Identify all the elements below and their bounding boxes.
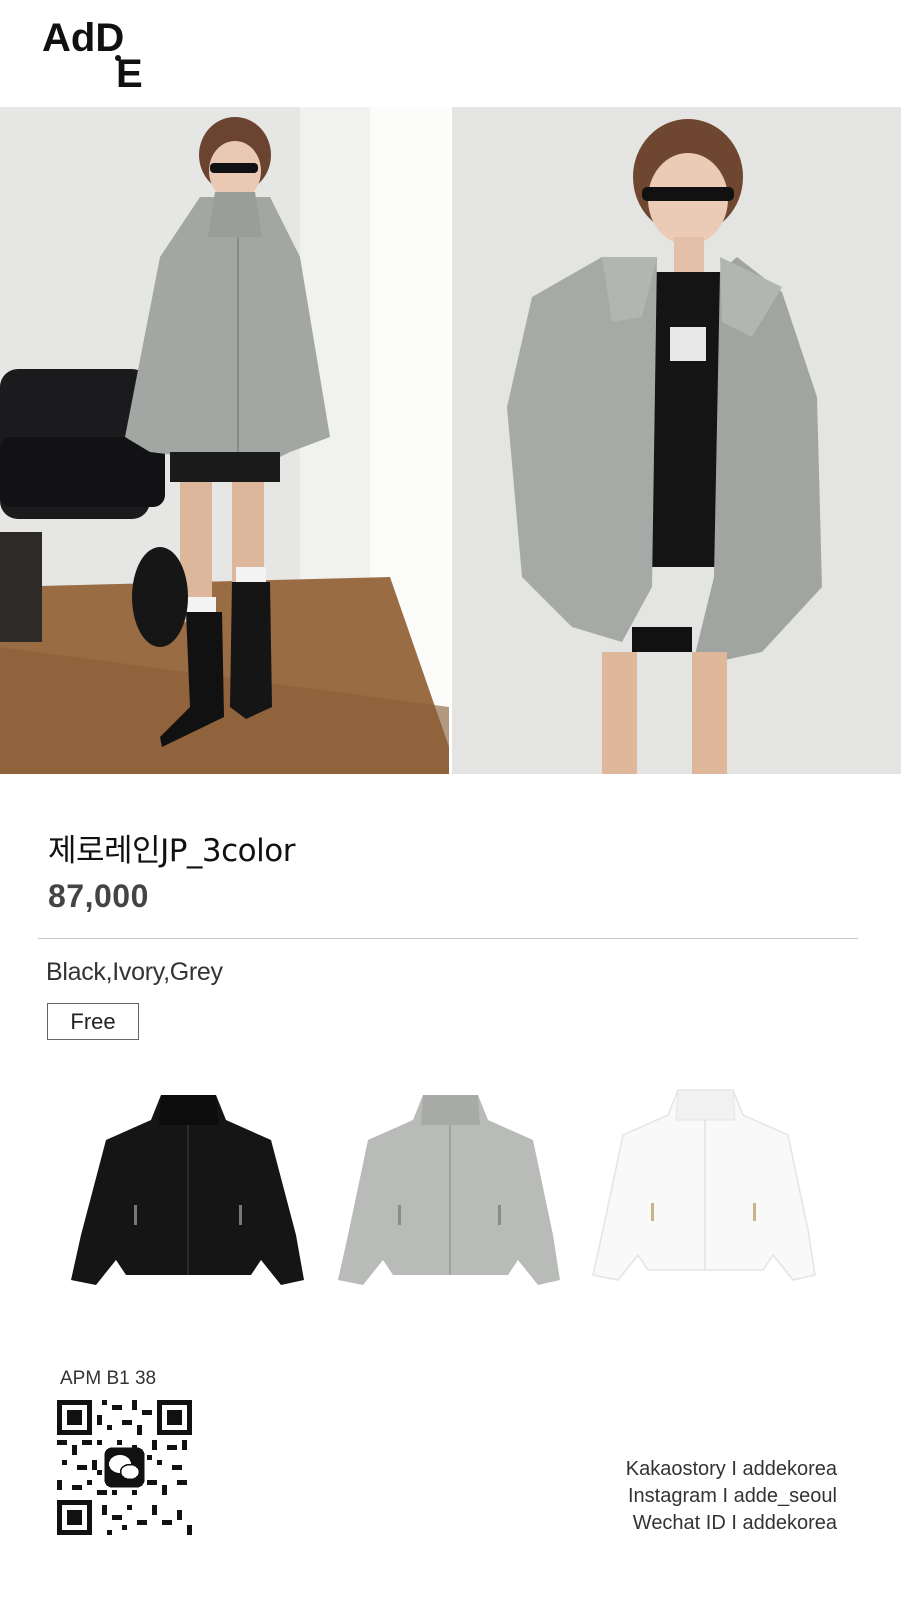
color-options: Black,Ivory,Grey — [46, 958, 223, 986]
divider — [38, 938, 858, 939]
brand-logo-mark: AdD E — [42, 16, 143, 96]
product-title: 제로레인JP_3color — [48, 833, 295, 869]
brand-logo[interactable]: AdD E — [42, 16, 172, 96]
size-option-free[interactable]: Free — [47, 1003, 139, 1040]
swatch-grey-jacket[interactable] — [328, 1085, 573, 1305]
jacket-icon — [338, 1095, 560, 1285]
wechat-id-link[interactable]: Wechat ID I addekorea — [626, 1510, 837, 1537]
kakaostory-link[interactable]: Kakaostory I addekorea — [626, 1456, 837, 1483]
model-upper-body-photo[interactable] — [452, 107, 901, 774]
store-location: APM B1 38 — [60, 1368, 157, 1389]
jacket-icon — [592, 1089, 816, 1281]
hero-gallery — [0, 107, 901, 774]
instagram-link[interactable]: Instagram I adde_seoul — [626, 1483, 837, 1510]
product-price: 87,000 — [48, 878, 149, 914]
swatch-ivory-jacket[interactable] — [583, 1085, 828, 1305]
model-full-body-photo[interactable] — [0, 107, 449, 774]
jacket-icon — [71, 1095, 304, 1285]
swatch-black-jacket[interactable] — [66, 1085, 311, 1305]
wechat-qr-code-icon[interactable] — [57, 1400, 192, 1535]
social-links: Kakaostory I addekorea Instagram I adde_… — [626, 1456, 837, 1537]
svg-text:AdD: AdD — [42, 18, 124, 60]
